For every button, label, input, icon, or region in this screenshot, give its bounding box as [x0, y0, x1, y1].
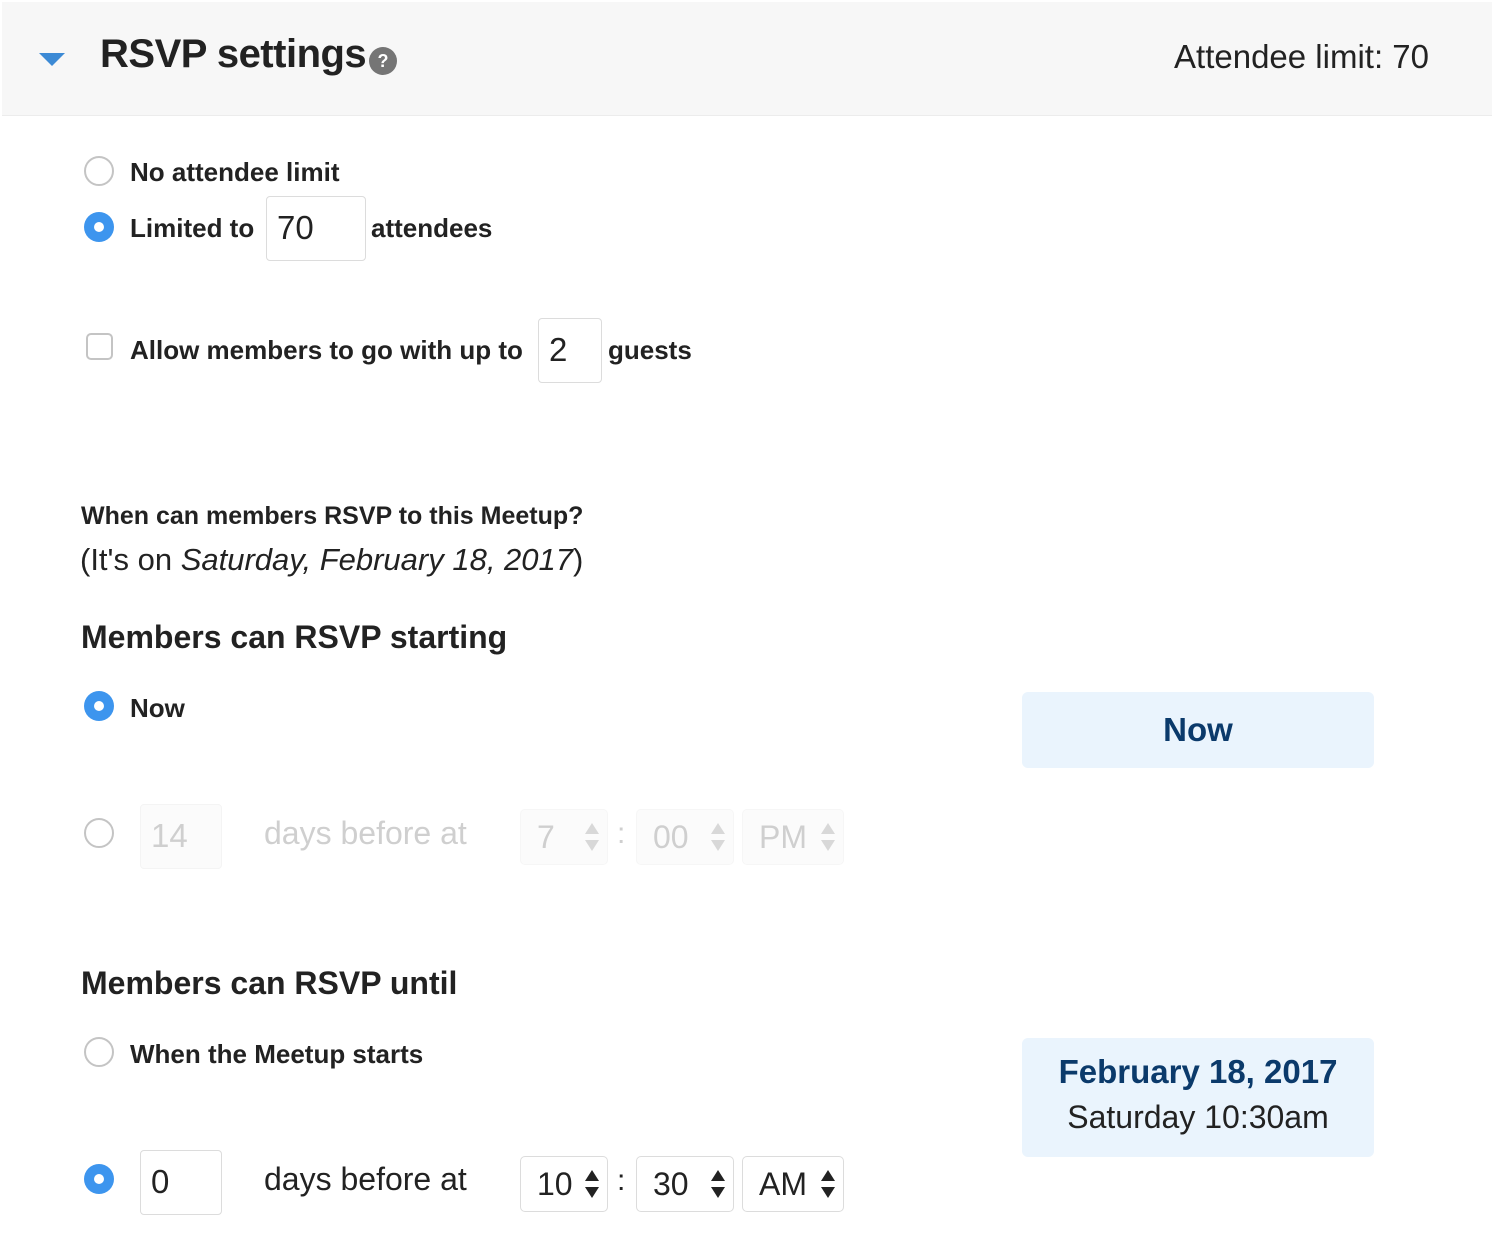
limited-to-radio[interactable]: [84, 212, 114, 242]
rsvp-start-hour-select[interactable]: 7: [520, 809, 608, 865]
stepper-arrows-icon: [821, 1170, 835, 1200]
section-title: RSVP settings: [100, 32, 367, 76]
attendee-limit-summary: Attendee limit: 70: [1174, 38, 1429, 75]
rsvp-start-now-radio[interactable]: [84, 691, 114, 721]
attendees-label: attendees: [371, 213, 493, 243]
no-attendee-limit-label: No attendee limit: [130, 157, 340, 187]
stepper-arrows-icon: [711, 1170, 725, 1200]
rsvp-until-summary-time: Saturday 10:30am: [1067, 1099, 1329, 1135]
rsvp-start-minute-select[interactable]: 00: [636, 809, 734, 865]
limited-to-label: Limited to: [130, 213, 255, 243]
date-note-prefix: (It's on: [80, 542, 181, 577]
rsvp-start-minute-value: 00: [653, 819, 689, 855]
rsvp-until-summary: February 18, 2017 Saturday 10:30am: [1022, 1038, 1374, 1157]
rsvp-start-days-input[interactable]: 14: [140, 804, 222, 869]
guest-count-input[interactable]: 2: [538, 318, 602, 383]
rsvp-start-heading: Members can RSVP starting: [81, 619, 508, 655]
rsvp-until-minute-value: 30: [653, 1166, 689, 1202]
rsvp-until-ampm-value: AM: [759, 1166, 807, 1202]
rsvp-start-ampm-value: PM: [759, 819, 807, 855]
stepper-arrows-icon: [585, 1170, 599, 1200]
stepper-arrows-icon: [711, 823, 725, 853]
rsvp-until-days-input[interactable]: 0: [140, 1150, 222, 1215]
rsvp-until-meetup-starts-radio[interactable]: [84, 1037, 114, 1067]
time-colon: :: [617, 817, 626, 850]
rsvp-start-now-label: Now: [130, 693, 185, 723]
rsvp-until-meetup-starts-label: When the Meetup starts: [130, 1039, 424, 1069]
time-colon: :: [617, 1164, 626, 1197]
rsvp-until-minute-select[interactable]: 30: [636, 1156, 734, 1212]
rsvp-until-hour-select[interactable]: 10: [520, 1156, 608, 1212]
rsvp-window-question: When can members RSVP to this Meetup?: [81, 502, 584, 530]
rsvp-until-days-before-radio[interactable]: [84, 1164, 114, 1194]
allow-guests-checkbox[interactable]: [86, 333, 113, 360]
rsvp-until-hour-value: 10: [537, 1166, 573, 1202]
meetup-date-note: (It's on Saturday, February 18, 2017): [80, 542, 583, 578]
allow-guests-label: Allow members to go with up to: [130, 335, 523, 365]
rsvp-start-summary: Now: [1022, 692, 1374, 768]
rsvp-start-hour-value: 7: [537, 819, 555, 855]
rsvp-until-heading: Members can RSVP until: [81, 965, 458, 1001]
rsvp-start-ampm-select[interactable]: PM: [742, 809, 844, 865]
stepper-arrows-icon: [821, 823, 835, 853]
attendee-limit-input[interactable]: 70: [266, 196, 366, 261]
date-note-suffix: ): [573, 542, 584, 577]
rsvp-until-ampm-select[interactable]: AM: [742, 1156, 844, 1212]
caret-down-icon[interactable]: [39, 53, 65, 66]
help-icon[interactable]: ?: [369, 47, 397, 75]
rsvp-until-days-before-label: days before at: [264, 1161, 467, 1197]
stepper-arrows-icon: [585, 823, 599, 853]
rsvp-start-days-before-radio[interactable]: [84, 818, 114, 848]
rsvp-settings-header[interactable]: RSVP settings ? Attendee limit: 70: [2, 2, 1492, 116]
no-attendee-limit-radio[interactable]: [84, 156, 114, 186]
rsvp-start-days-before-label: days before at: [264, 815, 467, 851]
date-note-date: Saturday, February 18, 2017: [180, 542, 574, 577]
guests-label: guests: [608, 335, 692, 365]
rsvp-until-summary-date: February 18, 2017: [1058, 1053, 1338, 1090]
